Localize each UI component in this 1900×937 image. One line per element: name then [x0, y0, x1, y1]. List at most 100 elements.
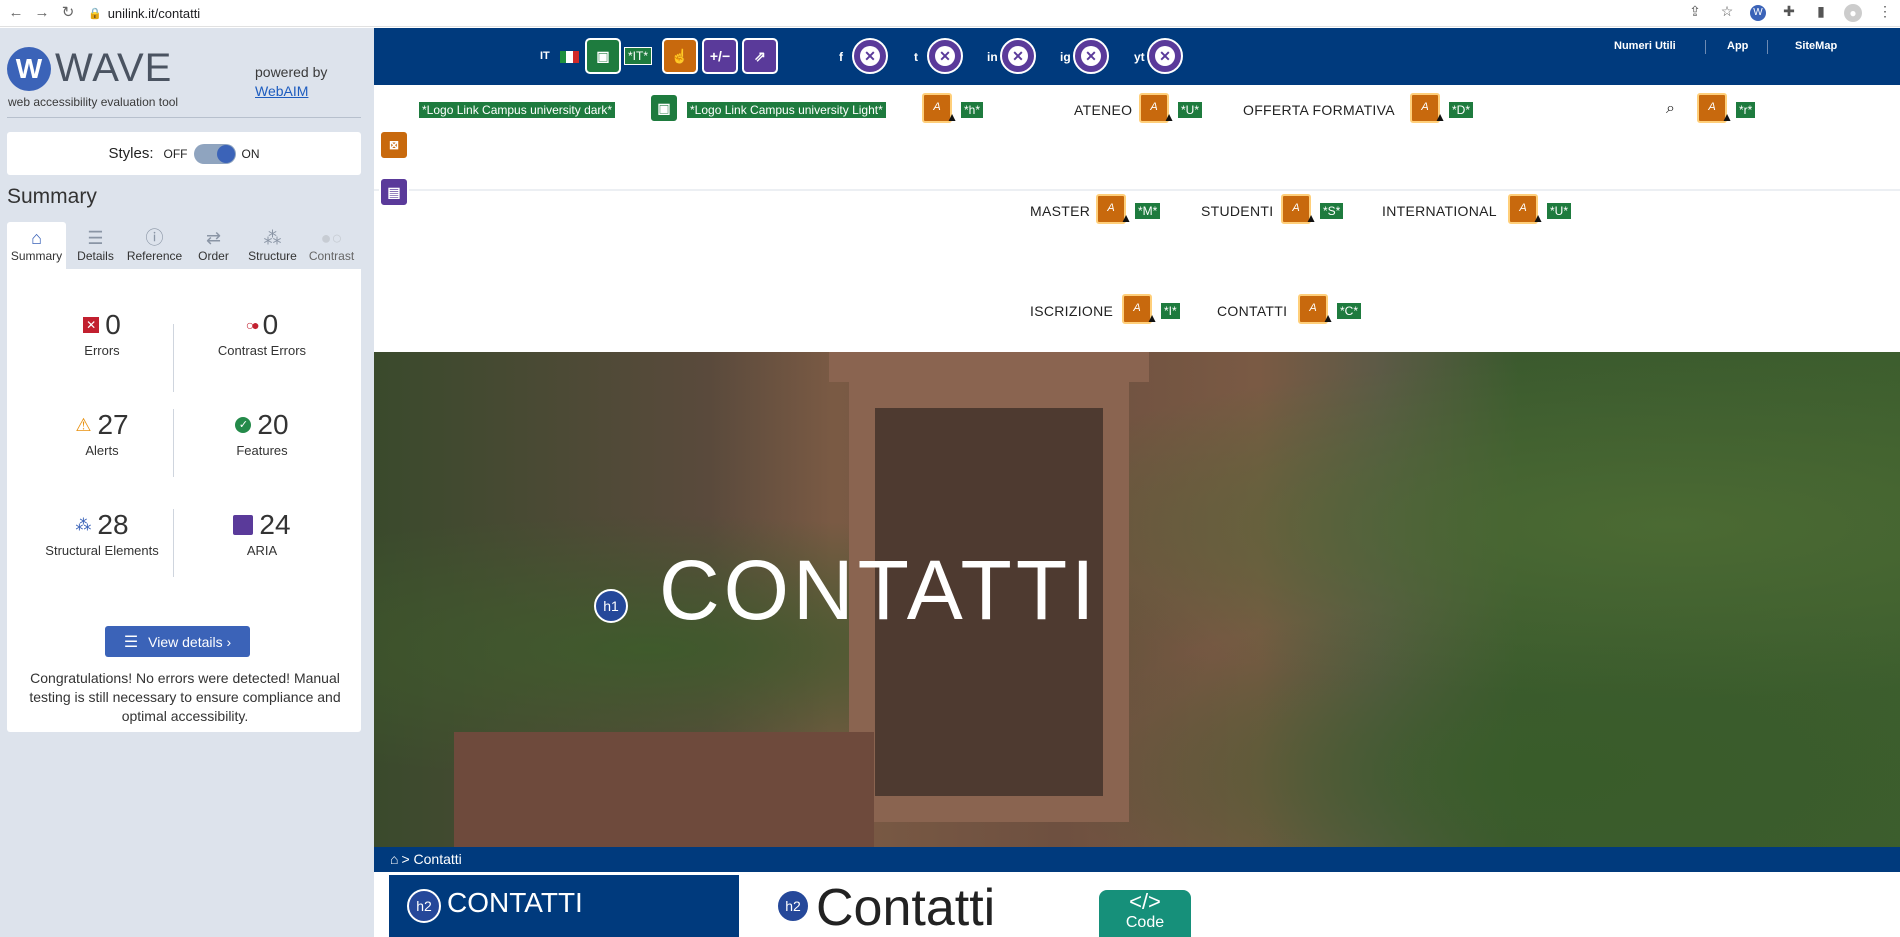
menu-kebab-icon[interactable]: ⋮ — [1876, 3, 1894, 23]
tab-structure[interactable]: ⁂ Structure — [243, 222, 302, 269]
tab-reference[interactable]: ⓘ Reference — [125, 222, 184, 269]
logo-dark-alt-tag: *Logo Link Campus university dark* — [418, 101, 617, 119]
wave-aria-label-icon[interactable]: ✕ — [927, 38, 963, 74]
wave-aria-label-icon[interactable]: ✕ — [1000, 38, 1036, 74]
divider — [374, 189, 1900, 191]
wave-tag: *M* — [1134, 202, 1162, 220]
hero-banner: h1 CONTATTI — [374, 352, 1900, 847]
url-text[interactable]: unilink.it/contatti — [108, 6, 201, 21]
divider — [1767, 40, 1768, 54]
stat-contrast-errors[interactable]: ○● 0 Contrast Errors — [182, 309, 342, 358]
nav-iscrizione[interactable]: ISCRIZIONE — [1030, 303, 1113, 319]
stat-structural[interactable]: ⁂ 28 Structural Elements — [22, 509, 182, 558]
wave-image-icon[interactable]: ▣ — [585, 38, 621, 74]
tab-details[interactable]: ☰ Details — [66, 222, 125, 269]
wave-alert-icon[interactable]: A — [1508, 194, 1544, 230]
wave-tag: *S* — [1319, 202, 1345, 220]
nav-contatti[interactable]: CONTATTI — [1217, 303, 1287, 319]
linkedin-icon[interactable]: in — [987, 50, 998, 64]
tab-contrast[interactable]: ●○ Contrast — [302, 222, 361, 269]
structure-icon: ⁂ — [75, 517, 92, 534]
wave-alert-icon[interactable]: A — [1096, 194, 1132, 230]
wave-alert-icon[interactable]: A — [1139, 93, 1175, 129]
nav-studenti[interactable]: STUDENTI — [1201, 203, 1273, 219]
wave-tag: *D* — [1448, 101, 1475, 119]
divider — [7, 117, 361, 118]
tab-summary[interactable]: ⌂ Summary — [7, 222, 66, 269]
home-icon: ⌂ — [31, 228, 42, 248]
home-icon[interactable]: ⌂ — [390, 851, 398, 867]
styles-toggle[interactable] — [193, 143, 236, 164]
styles-on-label: ON — [241, 146, 260, 161]
language-label[interactable]: IT — [540, 50, 550, 62]
breadcrumb-current: > Contatti — [401, 851, 462, 867]
nav-ateneo[interactable]: ATENEO — [1074, 102, 1132, 118]
wave-aria-icon[interactable]: +/− — [702, 38, 738, 74]
bookmark-star-icon[interactable]: ☆ — [1718, 3, 1736, 23]
numeri-utili-link[interactable]: Numeri Utili — [1614, 40, 1676, 52]
wave-aria-label-icon[interactable]: ✕ — [1147, 38, 1183, 74]
profile-avatar[interactable]: ● — [1844, 4, 1862, 22]
wave-tag: *C* — [1336, 302, 1363, 320]
youtube-icon[interactable]: yt — [1134, 50, 1145, 64]
wave-alert-icon[interactable]: A — [1410, 93, 1446, 129]
wave-alert-icon[interactable]: ⊠ — [379, 130, 409, 160]
wave-h2-badge[interactable]: h2 — [776, 889, 810, 923]
facebook-icon[interactable]: f — [839, 50, 843, 64]
italy-flag-icon[interactable] — [560, 51, 579, 63]
website-viewport: IT ▣ *IT* ☝ +/− ⇗ f ✕ t ✕ in ✕ ig ✕ yt ✕… — [374, 28, 1900, 937]
code-icon: </> — [1129, 889, 1161, 914]
wave-alert-icon[interactable]: ☝ — [662, 38, 698, 74]
wave-alert-icon[interactable]: A — [1122, 294, 1158, 330]
divider — [1705, 40, 1706, 54]
nav-offerta-formativa[interactable]: OFFERTA FORMATIVA — [1243, 102, 1395, 118]
wave-aria-icon[interactable]: ⇗ — [742, 38, 778, 74]
instagram-icon[interactable]: ig — [1060, 50, 1071, 64]
wave-code-button[interactable]: </> Code — [1099, 890, 1191, 937]
nav-master[interactable]: MASTER — [1030, 203, 1090, 219]
extensions-puzzle-icon[interactable]: ✚ — [1780, 3, 1798, 23]
error-icon: ✕ — [83, 317, 100, 333]
wave-logo: W WAVE — [7, 46, 172, 91]
stat-features[interactable]: ✓ 20 Features — [182, 409, 342, 458]
nav-international[interactable]: INTERNATIONAL — [1382, 203, 1497, 219]
view-details-button[interactable]: ☰ View details › — [105, 626, 250, 657]
webaim-link[interactable]: WebAIM — [255, 82, 327, 101]
side-heading: CONTATTI — [447, 887, 583, 918]
wave-tag: *I* — [1160, 302, 1181, 320]
wave-tag: *U* — [1546, 202, 1573, 220]
wave-aria-label-icon[interactable]: ✕ — [1073, 38, 1109, 74]
wave-logo-word: WAVE — [55, 46, 173, 90]
summary-heading: Summary — [7, 185, 97, 208]
wave-image-icon[interactable]: ▣ — [649, 93, 679, 123]
wave-alert-icon[interactable]: A — [922, 93, 958, 129]
lock-icon: 🔒 — [88, 7, 102, 20]
stat-alerts[interactable]: ⚠ 27 Alerts — [22, 409, 182, 458]
wave-extension-icon[interactable]: W — [1750, 5, 1766, 21]
stat-errors[interactable]: ✕ 0 Errors — [22, 309, 182, 358]
styles-label: Styles: — [108, 145, 154, 162]
wave-h1-badge[interactable]: h1 — [594, 589, 628, 623]
wave-aria-icon[interactable]: ▤ — [379, 177, 409, 207]
logo-light-alt-tag: *Logo Link Campus university Light* — [686, 101, 887, 119]
wave-h2-badge[interactable]: h2 — [407, 889, 441, 923]
share-icon[interactable]: ⇪ — [1686, 3, 1704, 23]
sidebar-icon[interactable]: ▮ — [1812, 3, 1830, 23]
wave-tagline: web accessibility evaluation tool — [8, 95, 179, 109]
main-navigation: ⊠ ▤ *Logo Link Campus university dark* ▣… — [374, 85, 1900, 352]
wave-alert-icon[interactable]: A — [1697, 93, 1733, 129]
browser-toolbar: ← → ↻ 🔒 unilink.it/contatti ⇪ ☆ W ✚ ▮ ● … — [0, 0, 1900, 27]
tab-order[interactable]: ⇄ Order — [184, 222, 243, 269]
forward-icon[interactable]: → — [32, 3, 52, 23]
app-link[interactable]: App — [1727, 40, 1748, 52]
wave-alert-icon[interactable]: A — [1298, 294, 1334, 330]
search-icon[interactable]: ⌕ — [1666, 100, 1675, 118]
address-bar[interactable]: 🔒 unilink.it/contatti — [88, 6, 200, 21]
wave-alert-icon[interactable]: A — [1281, 194, 1317, 230]
reload-icon[interactable]: ↻ — [58, 3, 78, 23]
sitemap-link[interactable]: SiteMap — [1795, 40, 1837, 52]
twitter-icon[interactable]: t — [914, 50, 918, 64]
back-icon[interactable]: ← — [6, 3, 26, 23]
stat-aria[interactable]: 24 ARIA — [182, 509, 342, 558]
wave-aria-label-icon[interactable]: ✕ — [852, 38, 888, 74]
